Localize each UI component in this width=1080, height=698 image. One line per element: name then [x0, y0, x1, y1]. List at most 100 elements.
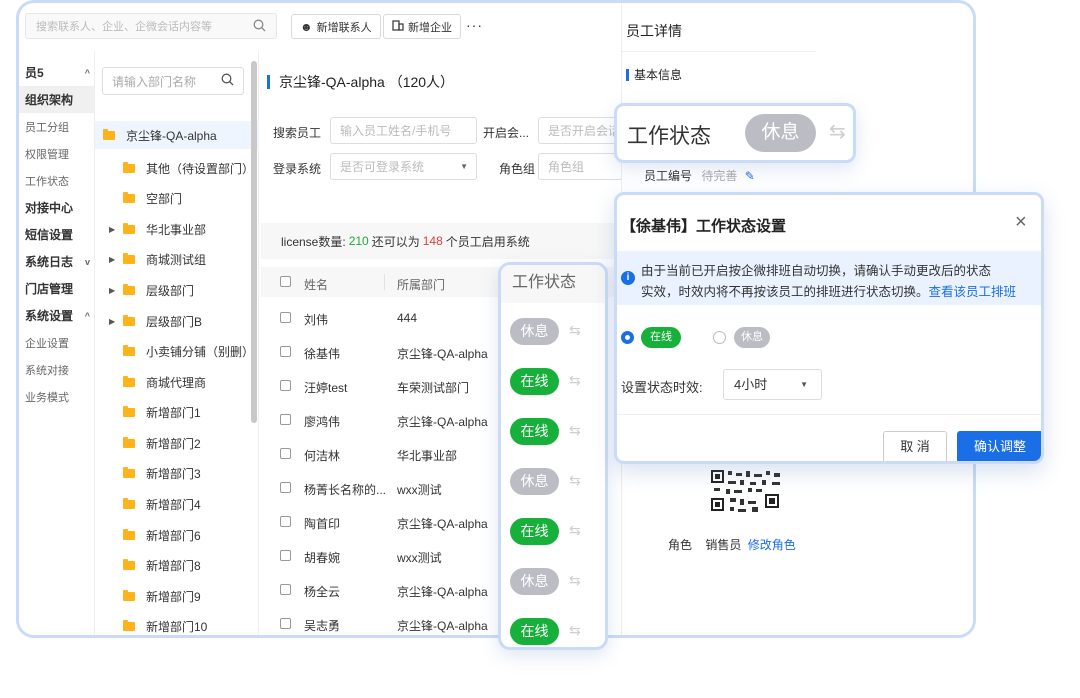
tree-node[interactable]: 空部门 [95, 184, 259, 212]
sidebar-item-stores[interactable]: 门店管理 [19, 275, 94, 302]
building-icon [392, 19, 404, 34]
switch-icon[interactable]: ⇆ [569, 572, 581, 589]
tree-node[interactable]: 新增部门4 [95, 490, 259, 518]
close-icon[interactable]: × [1015, 211, 1027, 234]
tree-node[interactable]: ▶ 层级部门 [95, 276, 259, 304]
license-suffix: 个员工启用系统 [445, 234, 530, 249]
status-badge-online[interactable]: 在线 [510, 418, 559, 445]
add-company-button[interactable]: 新增企业 [383, 14, 461, 39]
caret-right-icon[interactable]: ▶ [109, 286, 119, 295]
sidebar-item-integration[interactable]: 对接中心 [19, 194, 94, 221]
switch-icon[interactable]: ⇆ [569, 372, 581, 389]
global-search-input[interactable]: 搜索联系人、企业、企微会话内容等 [25, 13, 277, 39]
department-search-input[interactable]: 请输入部门名称 [102, 67, 244, 95]
row-checkbox[interactable] [280, 482, 291, 493]
employee-id-label: 员工编号 [644, 169, 693, 183]
session-select[interactable]: 是否开启会话 [538, 117, 622, 144]
option-online-badge[interactable]: 在线 [641, 327, 681, 348]
duration-select[interactable]: 4小时 ▼ [723, 369, 822, 400]
status-badge-rest[interactable]: 休息 [745, 114, 816, 152]
row-checkbox[interactable] [280, 414, 291, 425]
confirm-button[interactable]: 确认调整 [957, 431, 1041, 461]
caret-right-icon[interactable]: ▶ [109, 255, 119, 264]
tree-node[interactable]: 新增部门10 [95, 612, 259, 635]
switch-icon[interactable]: ⇆ [569, 472, 581, 489]
option-rest-badge[interactable]: 休息 [734, 327, 770, 348]
tree-scrollbar[interactable] [251, 61, 257, 423]
sidebar-item-logs[interactable]: 系统日志 v [19, 248, 94, 275]
sidebar-item-business-mode[interactable]: 业务模式 [19, 383, 94, 410]
employee-dept: 京尘锋-QA-alpha [397, 517, 488, 531]
tree-node-root[interactable]: 京尘锋-QA-alpha [95, 121, 259, 149]
tree-node[interactable]: ▶ 商城测试组 [95, 245, 259, 273]
row-checkbox[interactable] [280, 618, 291, 629]
tree-node[interactable]: 新增部门1 [95, 398, 259, 426]
session-label: 开启会... [483, 126, 530, 140]
sidebar-item-settings[interactable]: 系统设置 ^ [19, 302, 94, 329]
tree-node[interactable]: 其他（待设置部门） [95, 154, 259, 182]
cancel-button[interactable]: 取 消 [883, 431, 947, 461]
tree-node-label: 华北事业部 [146, 222, 207, 237]
divider [622, 51, 816, 52]
switch-icon[interactable]: ⇆ [829, 119, 846, 144]
status-badge-online[interactable]: 在线 [510, 368, 559, 395]
sidebar-item-company-settings[interactable]: 企业设置 [19, 329, 94, 356]
sidebar-item-work-status[interactable]: 工作状态 [19, 167, 94, 194]
caret-right-icon[interactable]: ▶ [109, 225, 119, 234]
chevron-up-icon[interactable]: ^ [85, 68, 90, 78]
sidebar-item-permissions[interactable]: 权限管理 [19, 140, 94, 167]
switch-icon[interactable]: ⇆ [569, 622, 581, 639]
edit-icon[interactable]: ✎ [745, 169, 755, 183]
chevron-down-icon[interactable]: v [85, 257, 90, 267]
sidebar-item-staff[interactable]: 员5 ^ [19, 59, 94, 86]
login-system-select[interactable]: 是否可登录系统 ▼ [330, 153, 477, 180]
sidebar-item-groups[interactable]: 员工分组 [19, 113, 94, 140]
row-checkbox[interactable] [280, 312, 291, 323]
employee-dept: 车荣测试部门 [397, 381, 470, 395]
status-badge-online[interactable]: 在线 [510, 618, 559, 645]
sidebar-item-org[interactable]: 组织架构 [19, 86, 94, 113]
status-badge-rest[interactable]: 休息 [510, 318, 559, 345]
tree-node[interactable]: ▶ 华北事业部 [95, 215, 259, 243]
add-contact-button[interactable]: ☻ 新增联系人 [291, 14, 381, 39]
tree-node[interactable]: 新增部门9 [95, 582, 259, 610]
employee-dept: 京尘锋-QA-alpha [397, 619, 488, 633]
row-checkbox[interactable] [280, 516, 291, 527]
search-icon[interactable] [253, 19, 266, 35]
switch-icon[interactable]: ⇆ [569, 422, 581, 439]
tree-node[interactable]: ▶ 层级部门B [95, 307, 259, 335]
row-checkbox[interactable] [280, 346, 291, 357]
tree-node[interactable]: 新增部门8 [95, 551, 259, 579]
sidebar-item-system-integration[interactable]: 系统对接 [19, 356, 94, 383]
tree-node[interactable]: 商城代理商 [95, 368, 259, 396]
row-checkbox[interactable] [280, 448, 291, 459]
tree-node[interactable]: 新增部门6 [95, 521, 259, 549]
row-checkbox[interactable] [280, 550, 291, 561]
radio-rest[interactable] [713, 331, 726, 344]
sidebar-item-sms[interactable]: 短信设置 [19, 221, 94, 248]
switch-icon[interactable]: ⇆ [569, 322, 581, 339]
role-group-select[interactable]: 角色组 [538, 153, 622, 180]
radio-online[interactable] [621, 331, 634, 344]
tree-node[interactable]: 新增部门2 [95, 429, 259, 457]
edit-role-link[interactable]: 修改角色 [748, 538, 796, 552]
caret-right-icon[interactable]: ▶ [109, 317, 119, 326]
tree-node[interactable]: 新增部门3 [95, 459, 259, 487]
status-badge-rest[interactable]: 休息 [510, 468, 559, 495]
employee-name: 陶首印 [304, 517, 341, 531]
view-schedule-link[interactable]: 查看该员工排班 [929, 285, 1017, 299]
more-button[interactable]: ··· [466, 17, 483, 33]
row-checkbox[interactable] [280, 584, 291, 595]
status-badge-rest[interactable]: 休息 [510, 568, 559, 595]
role-group-label: 角色组 [499, 162, 536, 176]
duration-value: 4小时 [734, 377, 768, 392]
status-badge-online[interactable]: 在线 [510, 518, 559, 545]
employee-search-input[interactable]: 输入员工姓名/手机号 [330, 117, 477, 144]
chevron-up-icon[interactable]: ^ [85, 311, 90, 321]
row-checkbox[interactable] [280, 380, 291, 391]
switch-icon[interactable]: ⇆ [569, 522, 581, 539]
tree-node[interactable]: 小卖铺分铺（别删） [95, 337, 259, 365]
employee-search-placeholder: 输入员工姓名/手机号 [340, 124, 452, 138]
search-icon[interactable] [221, 73, 234, 89]
select-all-checkbox[interactable] [280, 276, 291, 287]
